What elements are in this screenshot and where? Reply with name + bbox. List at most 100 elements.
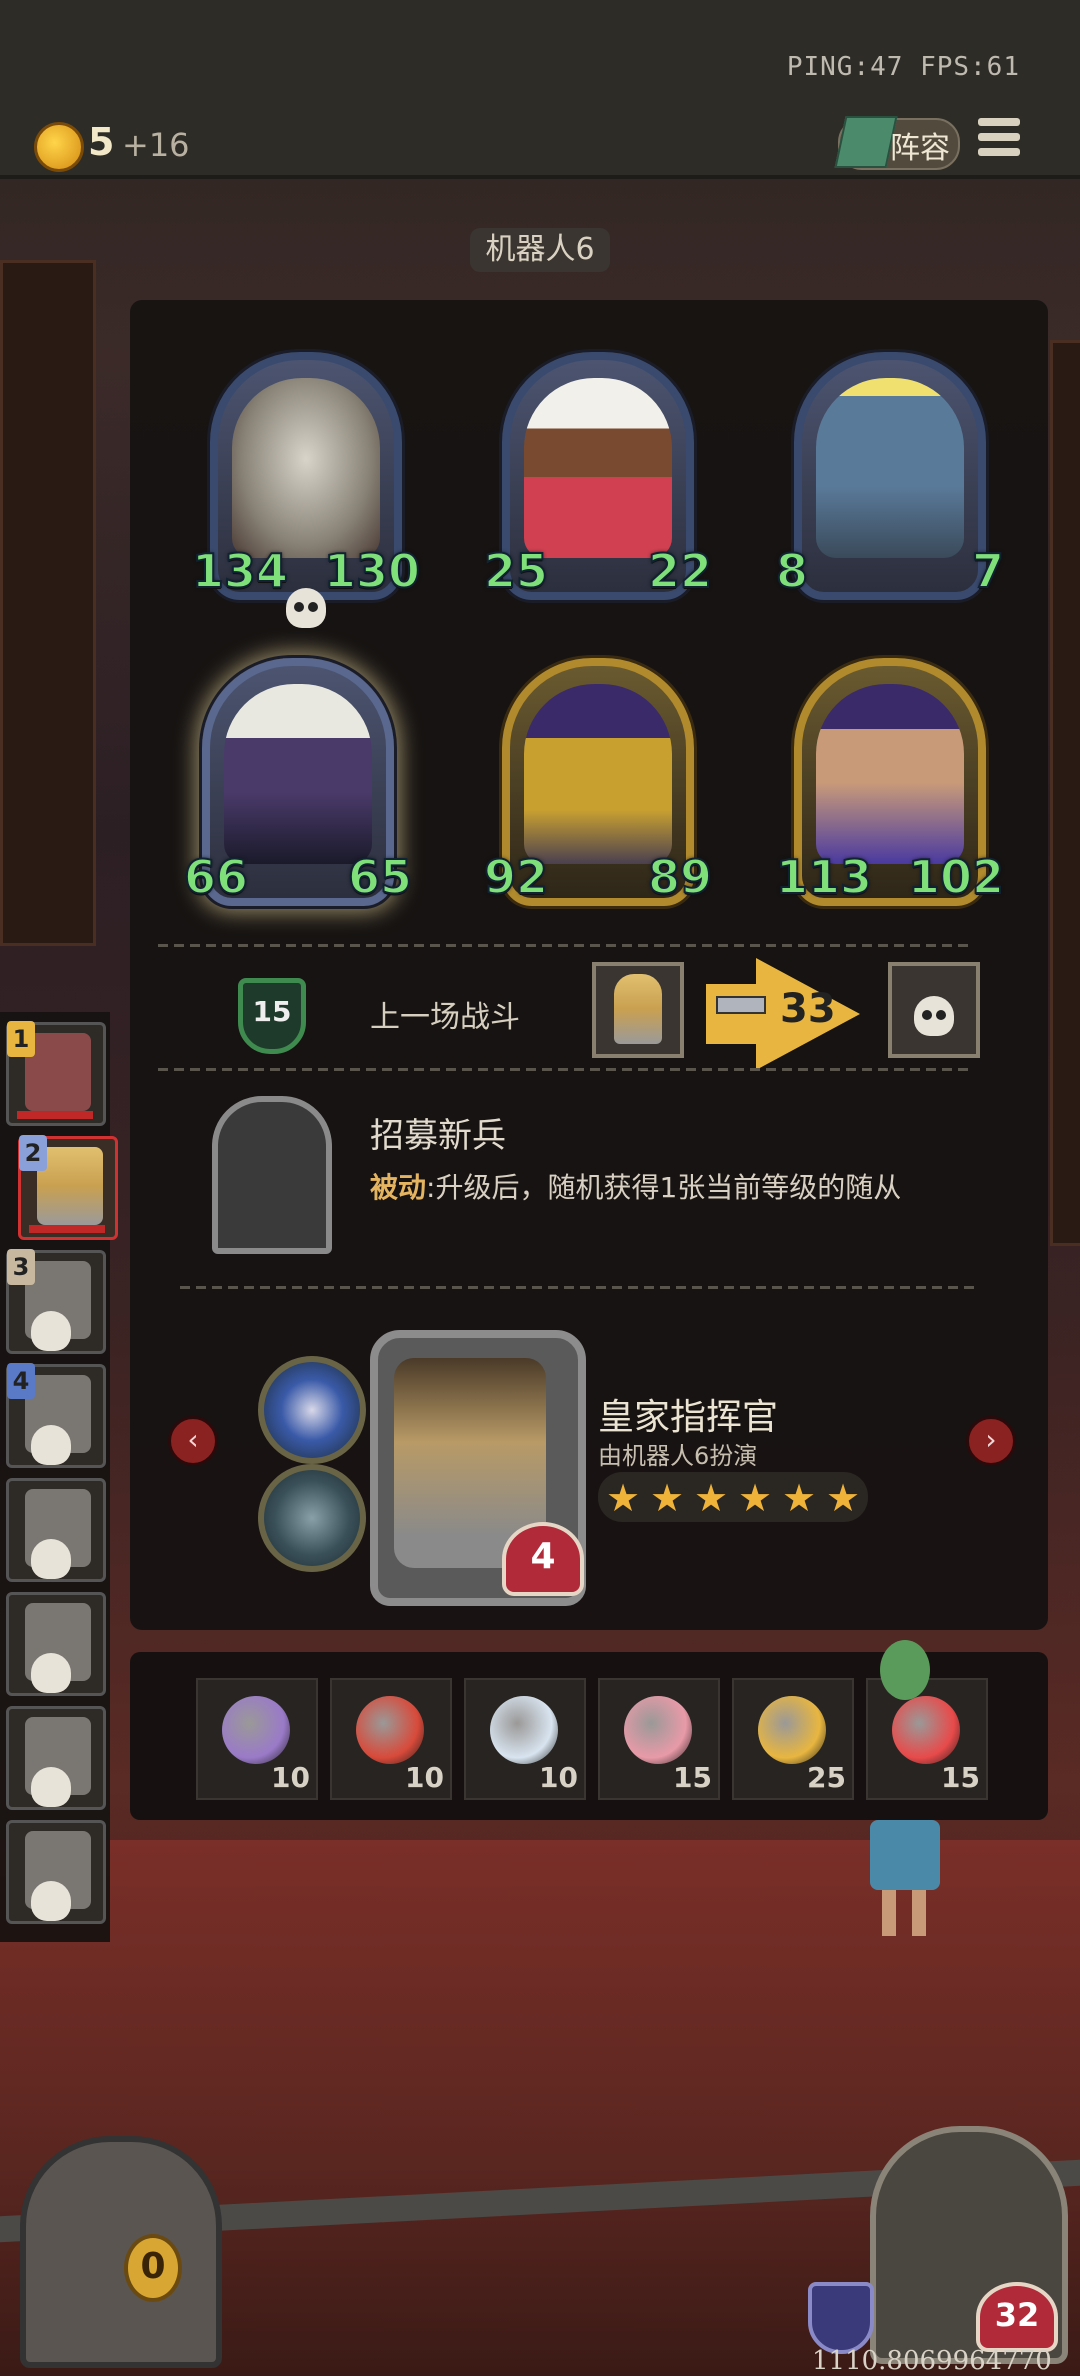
- cube-trinket-icon[interactable]: [258, 1356, 366, 1464]
- jar-trinket-icon[interactable]: [258, 1464, 366, 1572]
- hero-power-text: :升级后，随机获得1张当前等级的随从: [426, 1171, 902, 1204]
- divider: [180, 1286, 980, 1289]
- minion-attack: 92: [483, 849, 549, 905]
- minion-card[interactable]: 92 89: [483, 658, 713, 906]
- lineup-button-label: 阵容: [890, 131, 950, 166]
- star-icon: ★: [782, 1476, 817, 1520]
- chevron-left-icon: ‹: [187, 1423, 199, 1456]
- star-icon: ★: [606, 1476, 641, 1520]
- last-battle-self-portrait[interactable]: [592, 962, 684, 1058]
- player-slot[interactable]: 3: [6, 1249, 106, 1354]
- npc-character: [860, 1640, 950, 1940]
- minion-attack: 8: [775, 543, 809, 599]
- player-health-heart: 32: [976, 2282, 1058, 2352]
- minion-card[interactable]: 113 102: [775, 658, 1005, 906]
- shop-item[interactable]: 10: [330, 1678, 452, 1800]
- damage-value: 33: [780, 986, 836, 1032]
- skull-icon: [31, 1653, 71, 1693]
- minion-health: 89: [647, 849, 713, 905]
- minion-art: [816, 378, 964, 558]
- last-battle-label: 上一场战斗: [370, 1000, 520, 1035]
- hero-power-title: 招募新兵: [370, 1116, 506, 1156]
- next-hero-button[interactable]: ›: [966, 1416, 1016, 1466]
- player-rank: 1: [7, 1021, 35, 1057]
- board-title: 机器人6: [470, 228, 610, 272]
- minion-health: 22: [647, 543, 713, 599]
- chest-count: 0: [140, 2246, 166, 2287]
- minion-art: [524, 684, 672, 864]
- chicken-icon: [758, 1696, 826, 1764]
- player-slot[interactable]: [6, 1820, 106, 1924]
- minion-health: 65: [347, 849, 413, 905]
- minion-art: [224, 684, 372, 864]
- hero-played-by: 由机器人6扮演: [598, 1442, 758, 1470]
- chest-counter: 0: [124, 2234, 182, 2302]
- divider: [158, 944, 968, 947]
- player-slot[interactable]: 2: [18, 1135, 118, 1240]
- ping-fps-readout: PING:47 FPS:61: [786, 52, 1020, 82]
- hero-power-description: 被动:升级后，随机获得1张当前等级的随从: [370, 1166, 901, 1206]
- menu-icon[interactable]: [978, 118, 1020, 162]
- shop-item[interactable]: 15: [598, 1678, 720, 1800]
- player-slot[interactable]: [6, 1478, 106, 1582]
- skull-icon: [31, 1311, 71, 1351]
- hero-star-rating: ★ ★ ★ ★ ★ ★: [598, 1472, 868, 1522]
- chevron-right-icon: ›: [985, 1423, 997, 1456]
- item-quantity: 25: [807, 1761, 846, 1794]
- player-rank: 3: [7, 1249, 35, 1285]
- minion-art: [524, 378, 672, 558]
- player-rank: 2: [19, 1135, 47, 1171]
- star-icon: ★: [650, 1476, 685, 1520]
- player-slot[interactable]: [6, 1706, 106, 1810]
- bookshelf-left: [0, 260, 96, 946]
- minion-attack: 66: [183, 849, 249, 905]
- shop-item[interactable]: 10: [196, 1678, 318, 1800]
- cupcake-icon: [624, 1696, 692, 1764]
- player-slot[interactable]: 4: [6, 1363, 106, 1468]
- minion-card[interactable]: 25 22: [483, 352, 713, 600]
- coordinate-readout: 1110.8069964770: [812, 2346, 1052, 2376]
- minion-art: [232, 378, 380, 558]
- hero-power-keyword: 被动: [370, 1171, 427, 1204]
- alarm-clock-icon: [356, 1696, 424, 1764]
- treasure-chest[interactable]: [20, 2136, 222, 2368]
- minion-health: 130: [323, 543, 421, 599]
- minion-card[interactable]: 134 130: [191, 352, 421, 628]
- tier-shield: 15: [238, 978, 306, 1054]
- minion-card[interactable]: 87: [775, 352, 1005, 600]
- shop-item[interactable]: 10: [464, 1678, 586, 1800]
- minion-attack: 25: [483, 543, 549, 599]
- player-slot[interactable]: [6, 1592, 106, 1696]
- player-health-bar: [29, 1225, 105, 1233]
- prev-hero-button[interactable]: ‹: [168, 1416, 218, 1466]
- skull-icon: [914, 996, 954, 1036]
- shop-item[interactable]: 25: [732, 1678, 854, 1800]
- star-icon: ★: [694, 1476, 729, 1520]
- skull-icon: [31, 1539, 71, 1579]
- star-icon: ★: [738, 1476, 773, 1520]
- player-slot[interactable]: 1: [6, 1021, 106, 1126]
- hero-name: 皇家指挥官: [598, 1397, 779, 1438]
- gold-coin-icon: [34, 122, 84, 172]
- hero-face-icon: [614, 974, 662, 1044]
- item-quantity: 10: [271, 1761, 310, 1794]
- hero-health-value: 4: [530, 1536, 556, 1577]
- bookshelf-right: [1050, 340, 1080, 1246]
- item-quantity: 10: [539, 1761, 578, 1794]
- minion-card[interactable]: 66 65: [183, 658, 413, 906]
- divider: [158, 1068, 968, 1071]
- minion-attack: 113: [775, 849, 873, 905]
- gold-amount: 5: [88, 120, 115, 164]
- armor-shield-icon: [808, 2282, 874, 2354]
- skull-icon: [31, 1881, 71, 1921]
- skull-icon: [31, 1767, 71, 1807]
- player-health-bar: [17, 1111, 93, 1119]
- last-battle-opponent-portrait[interactable]: [888, 962, 980, 1058]
- hero-power-icon[interactable]: [212, 1096, 332, 1254]
- tier-value: 15: [252, 995, 292, 1028]
- sword-icon: [716, 996, 766, 1014]
- item-quantity: 10: [405, 1761, 444, 1794]
- minion-attack: 134: [191, 543, 289, 599]
- teacup-icon: [490, 1696, 558, 1764]
- star-icon: ★: [826, 1476, 861, 1520]
